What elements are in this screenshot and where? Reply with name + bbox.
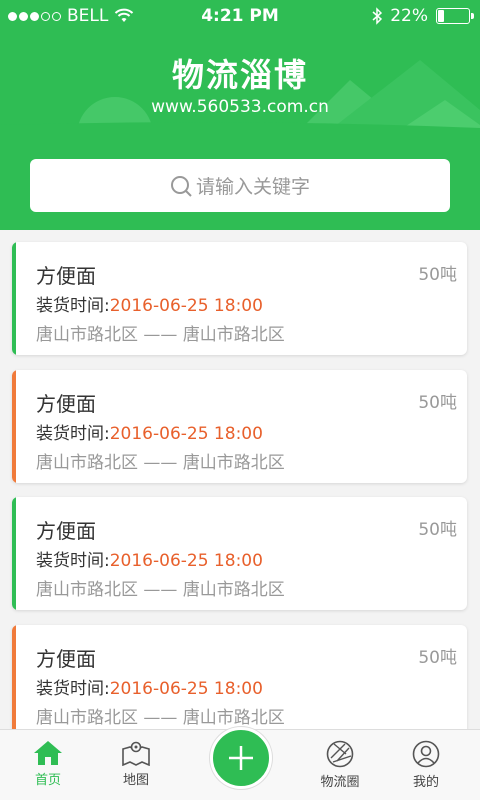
load-time-value: 2016-06-25 18:00: [109, 424, 263, 444]
route-from: 唐山市路北区: [36, 325, 138, 345]
route-separator: ——: [143, 453, 178, 473]
load-time-value: 2016-06-25 18:00: [109, 551, 263, 571]
route-to: 唐山市路北区: [182, 453, 285, 473]
route: 唐山市路北区 —— 唐山市路北区: [36, 320, 285, 345]
cargo-name: 方便面: [36, 519, 96, 543]
tab-home-label: 首页: [34, 773, 61, 788]
route-separator: ——: [143, 325, 178, 345]
route-from: 唐山市路北区: [36, 580, 138, 600]
cargo-weight: 50吨: [418, 648, 457, 668]
route-to: 唐山市路北区: [182, 580, 285, 600]
tab-logistics-circle-label: 物流圈: [320, 775, 360, 790]
card-accent-bar: [12, 242, 16, 355]
search-placeholder: 请输入关键字: [195, 176, 310, 198]
cargo-weight: 50吨: [418, 393, 457, 413]
tab-home[interactable]: 首页: [18, 740, 78, 788]
cargo-name: 方便面: [36, 264, 96, 288]
load-time-row: 装货时间:2016-06-25 18:00: [36, 546, 263, 571]
aperture-icon: [326, 740, 354, 768]
card-accent-bar: [12, 625, 16, 738]
search-input[interactable]: 请输入关键字: [30, 159, 450, 212]
load-time-label: 装货时间:: [36, 551, 110, 571]
tab-profile-label: 我的: [412, 775, 439, 790]
tab-map-label: 地图: [122, 773, 149, 788]
tab-bar: 首页 地图 物流圈 我的: [0, 727, 480, 800]
cargo-name: 方便面: [36, 647, 96, 671]
route-from: 唐山市路北区: [36, 708, 138, 728]
route: 唐山市路北区 —— 唐山市路北区: [36, 703, 285, 728]
cargo-card[interactable]: 方便面 50吨 装货时间:2016-06-25 18:00 唐山市路北区 —— …: [12, 370, 467, 483]
cargo-weight: 50吨: [418, 520, 457, 540]
route-to: 唐山市路北区: [182, 708, 285, 728]
card-accent-bar: [12, 497, 16, 610]
add-button[interactable]: [210, 727, 272, 789]
route-from: 唐山市路北区: [36, 453, 138, 473]
load-time-row: 装货时间:2016-06-25 18:00: [36, 674, 263, 699]
load-time-row: 装货时间:2016-06-25 18:00: [36, 291, 263, 316]
load-time-row: 装货时间:2016-06-25 18:00: [36, 419, 263, 444]
load-time-value: 2016-06-25 18:00: [109, 296, 263, 316]
battery-percent: 22%: [390, 6, 428, 26]
tab-profile[interactable]: 我的: [396, 740, 456, 790]
load-time-label: 装货时间:: [36, 679, 110, 699]
load-time-value: 2016-06-25 18:00: [109, 679, 263, 699]
route-separator: ——: [143, 708, 178, 728]
route-separator: ——: [143, 580, 178, 600]
load-time-label: 装货时间:: [36, 424, 110, 444]
app-title: 物流淄博: [171, 56, 308, 94]
site-url: www.560533.com.cn: [151, 97, 329, 117]
user-icon: [412, 740, 440, 768]
cargo-card[interactable]: 方便面 50吨 装货时间:2016-06-25 18:00 唐山市路北区 —— …: [12, 625, 467, 738]
route: 唐山市路北区 —— 唐山市路北区: [36, 575, 285, 600]
home-icon: [34, 741, 62, 765]
route: 唐山市路北区 —— 唐山市路北区: [36, 448, 285, 473]
tab-map[interactable]: 地图: [106, 740, 166, 788]
cargo-card[interactable]: 方便面 50吨 装货时间:2016-06-25 18:00 唐山市路北区 —— …: [12, 497, 467, 610]
search-icon: [170, 175, 192, 197]
card-accent-bar: [12, 370, 16, 483]
cargo-name: 方便面: [36, 392, 96, 416]
tab-logistics-circle[interactable]: 物流圈: [310, 740, 370, 790]
map-icon: [122, 741, 150, 766]
status-bar: BELL 4:21 PM 22%: [0, 0, 480, 34]
plus-icon: [229, 746, 253, 770]
load-time-label: 装货时间:: [36, 296, 110, 316]
bluetooth-icon: [372, 7, 383, 25]
cargo-card[interactable]: 方便面 50吨 装货时间:2016-06-25 18:00 唐山市路北区 —— …: [12, 242, 467, 355]
battery-icon: [436, 8, 474, 24]
route-to: 唐山市路北区: [182, 325, 285, 345]
cargo-weight: 50吨: [418, 265, 457, 285]
